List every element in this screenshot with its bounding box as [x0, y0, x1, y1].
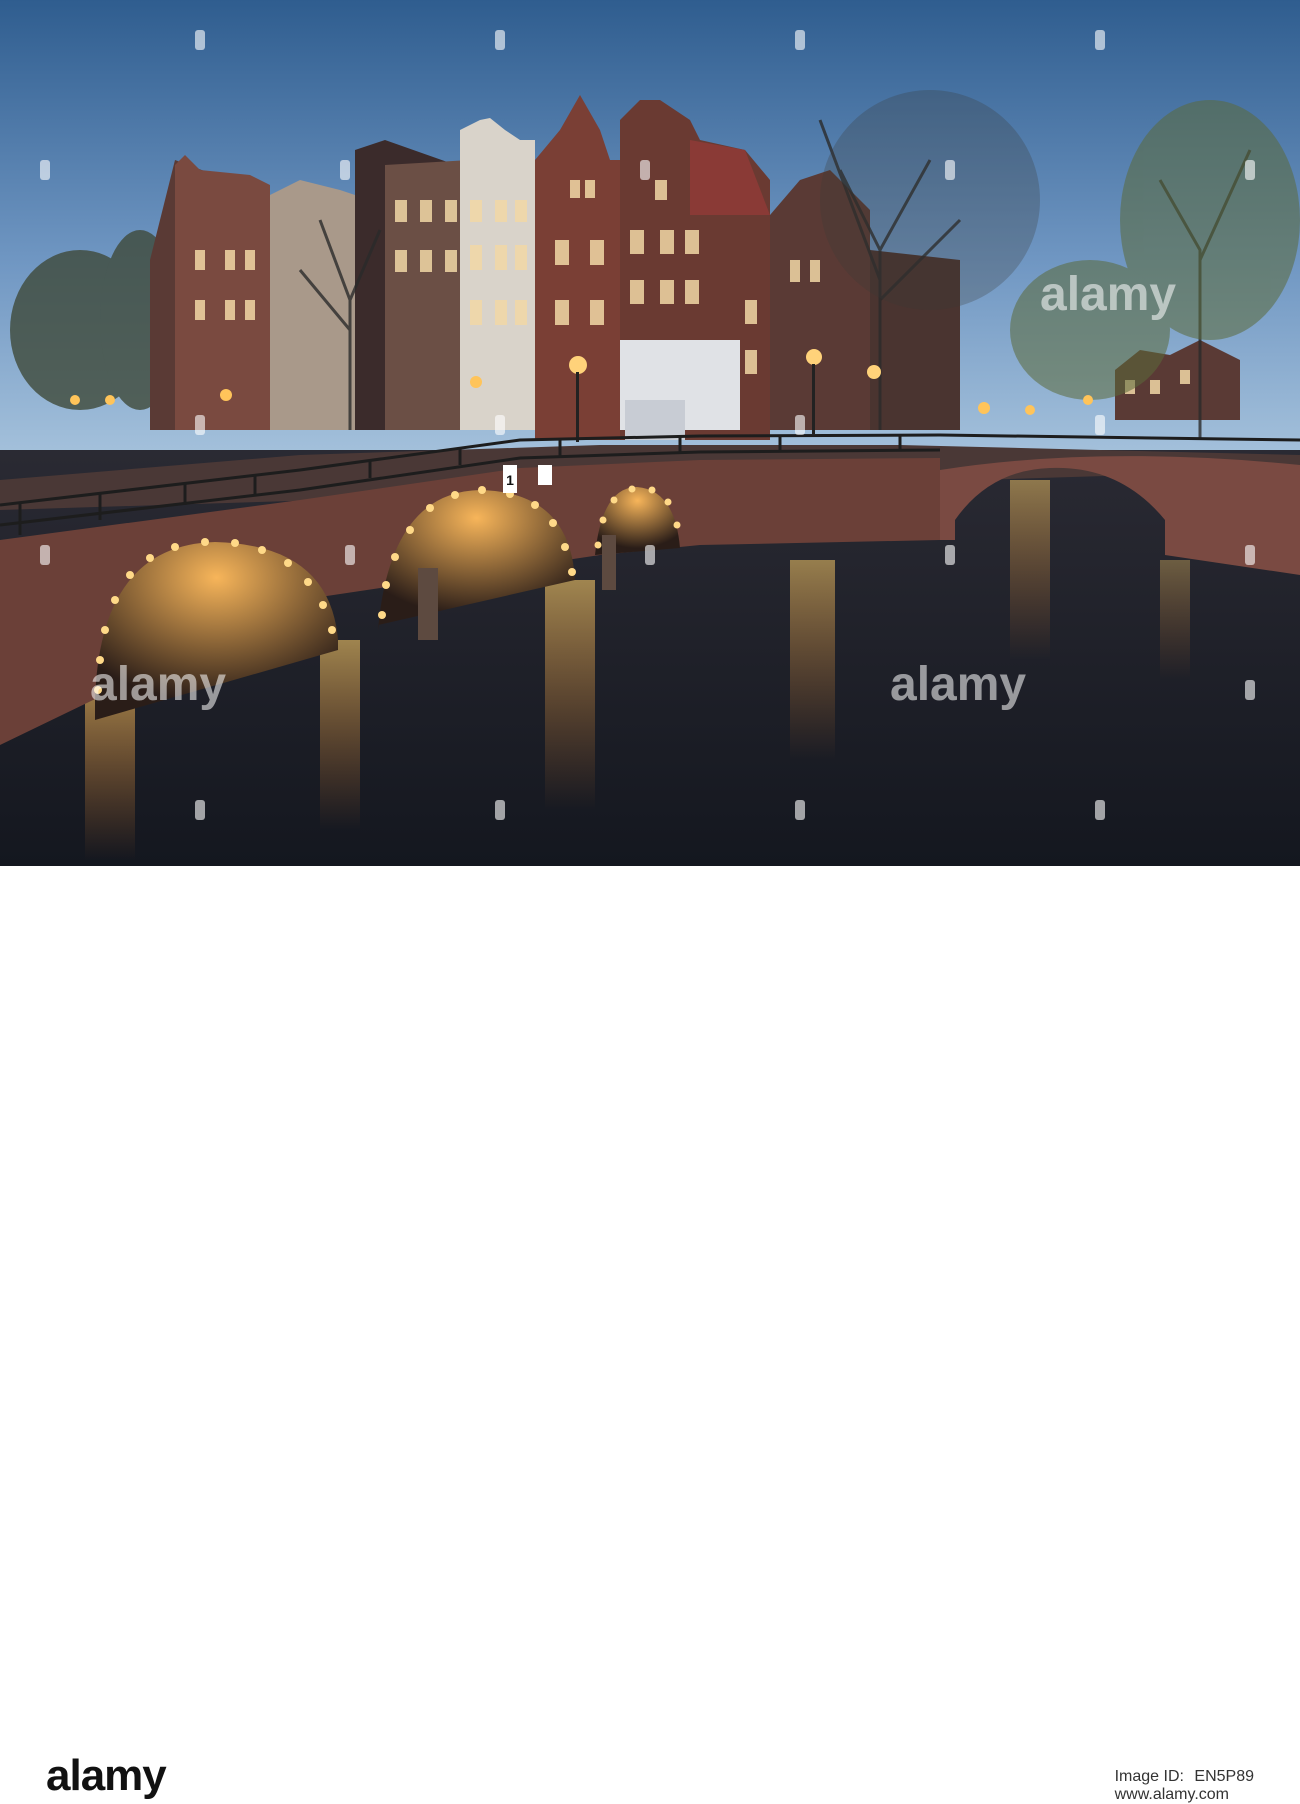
alamy-logo: alamy	[46, 1751, 167, 1800]
photo: 1 alamy alamy alamy	[0, 0, 1300, 866]
svg-text:alamy: alamy	[90, 658, 226, 711]
site-url: www.alamy.com	[1114, 1786, 1229, 1803]
image-id-info: Image ID: EN5P89 www.alamy.com	[1115, 1768, 1254, 1804]
bridge-sign-2	[538, 465, 552, 485]
mooring-post-2	[602, 535, 616, 590]
svg-text:alamy: alamy	[1040, 268, 1176, 321]
svg-text:1: 1	[506, 472, 514, 488]
svg-text:alamy: alamy	[890, 658, 1026, 711]
image-id-label: Image ID:	[1114, 1768, 1184, 1785]
image-id-value: EN5P89	[1194, 1768, 1254, 1785]
bridge-sign-1: 1	[503, 465, 517, 493]
mooring-post-1	[418, 568, 438, 640]
footer-bar: alamy Image ID: EN5P89 www.alamy.com	[0, 866, 1300, 1803]
